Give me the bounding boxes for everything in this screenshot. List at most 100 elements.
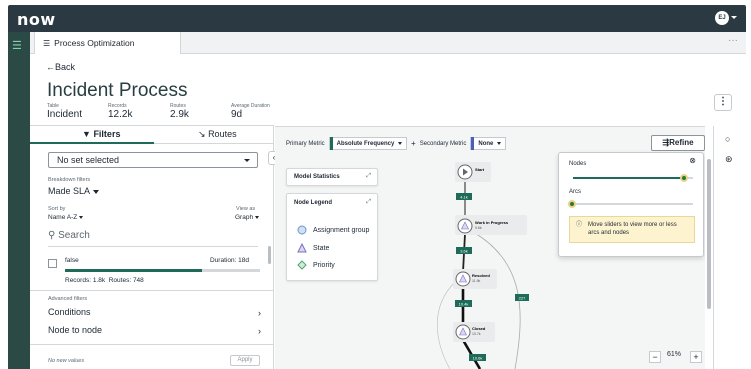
edge-label-text: 10.6k — [473, 356, 483, 361]
search-field[interactable]: ⚲ Search — [48, 230, 90, 241]
funnel-icon: ▼ — [82, 129, 91, 139]
tab-strip: ☰ Process Optimization ··· — [30, 32, 746, 54]
sort-dropdown[interactable]: Name A-Z — [48, 214, 84, 221]
graph-node-start[interactable]: Start — [455, 162, 491, 182]
process-flow-graph[interactable]: 4.1k 3.6k 10.4k 227 10.6k Start Work in … — [275, 152, 558, 369]
node-name: Resolved — [472, 273, 490, 278]
back-link[interactable]: ←Back — [46, 62, 75, 72]
arcs-slider-label: Arcs — [569, 189, 581, 195]
primary-metric-value: Absolute Frequency — [336, 140, 395, 147]
graph-node-closed[interactable]: Closed 10.7k — [453, 322, 495, 342]
edge-label-text: 4.1k — [460, 195, 468, 200]
comment-icon[interactable]: ○ — [725, 134, 730, 144]
graph-node-work-in-progress[interactable]: Work in Progress 9.6k — [455, 215, 527, 235]
secondary-metric-color — [471, 137, 475, 150]
arcs-slider-thumb[interactable] — [568, 200, 576, 208]
avatar[interactable]: EJ — [715, 11, 729, 25]
tab-filters[interactable]: ▼ Filters — [82, 129, 120, 139]
row-records: Records: 1.8k Routes: 748 — [65, 277, 144, 284]
page-title: Incident Process — [47, 80, 188, 101]
arcs-slider[interactable] — [568, 200, 693, 208]
globe-icon[interactable]: ⊛ — [725, 154, 733, 165]
edge-label: 4.1k — [456, 193, 472, 200]
row-duration: Duration: 18d — [210, 257, 250, 264]
chevron-down-icon[interactable] — [731, 16, 737, 19]
edge-label: 3.6k — [456, 247, 472, 254]
top-nav-bar: now EJ — [8, 5, 746, 32]
zoom-out-button[interactable]: − — [649, 351, 661, 363]
node-to-node-item[interactable]: Node to node — [48, 325, 268, 335]
edge-label-text: 3.6k — [460, 249, 468, 254]
sort-label: Sort by — [48, 206, 66, 212]
row-progress-bar — [65, 269, 260, 272]
primary-metric-color — [329, 137, 333, 150]
view-value: Graph — [235, 214, 254, 221]
tab-label: Routes — [208, 129, 237, 139]
node-name: Work in Progress — [475, 220, 509, 225]
scrollbar[interactable] — [268, 246, 271, 264]
secondary-metric-value: None — [478, 140, 494, 147]
edge-label: 10.6k — [469, 354, 486, 361]
tab-process-optimization[interactable]: ☰ Process Optimization — [34, 32, 181, 54]
servicenow-logo[interactable]: now — [17, 10, 56, 29]
search-icon: ⚲ — [48, 230, 56, 241]
row-routes-value: Routes: 748 — [108, 277, 144, 284]
nodes-slider[interactable] — [573, 174, 693, 182]
more-icon[interactable]: ··· — [728, 35, 738, 46]
edge-label: 227 — [515, 294, 529, 301]
set-select-value: No set selected — [57, 155, 120, 165]
nodes-slider-thumb[interactable] — [679, 174, 688, 182]
tab-routes[interactable]: ↘ Routes — [198, 129, 237, 140]
graph-node-resolved[interactable]: Resolved 11.9k — [453, 269, 497, 289]
advanced-filters-label: Advanced filters — [48, 296, 88, 302]
primary-metric-label: Primary Metric — [286, 140, 325, 147]
filters-panel: ▼ Filters ↘ Routes No set selected Break… — [30, 125, 274, 369]
panel-tabs: ▼ Filters ↘ Routes — [30, 126, 274, 144]
meta-value: Incident — [47, 109, 83, 120]
view-dropdown[interactable]: Graph — [235, 214, 260, 221]
scrollbar-thumb[interactable] — [707, 159, 711, 309]
breakdown-label: Breakdown filters — [48, 177, 91, 183]
breakdown-dropdown[interactable]: Made SLA — [48, 186, 100, 196]
set-select[interactable]: No set selected — [48, 152, 258, 168]
node-name: Start — [475, 167, 485, 172]
divider — [30, 290, 274, 291]
node-count: 10.7k — [472, 332, 481, 336]
chevron-down-icon — [79, 215, 84, 219]
row-checkbox[interactable] — [48, 259, 57, 268]
nodes-slider-label: Nodes — [569, 161, 587, 167]
edge-line — [472, 231, 521, 369]
meta-value: 2.9k — [170, 109, 189, 120]
meta-records: Records 12.2k — [108, 103, 132, 120]
meta-avg-duration: Average Duration 9d — [231, 103, 270, 120]
graph-scrollbar[interactable] — [705, 126, 713, 369]
edge-label: 10.4k — [455, 300, 472, 307]
plus-icon: + — [411, 139, 416, 148]
chevron-right-icon[interactable]: › — [258, 308, 261, 318]
node-count: 11.9k — [472, 279, 481, 283]
list-icon: ☰ — [43, 39, 51, 48]
chevron-right-icon[interactable]: › — [258, 326, 261, 336]
node-count: 9.6k — [475, 226, 482, 230]
close-icon[interactable]: ⊗ — [689, 156, 696, 165]
edge-label-text: 227 — [519, 296, 526, 301]
list-icon[interactable]: ☰ — [12, 39, 22, 52]
conditions-item[interactable]: Conditions — [48, 307, 268, 317]
apply-button[interactable]: Apply — [230, 355, 260, 366]
breakdown-value: Made SLA — [48, 186, 91, 196]
primary-metric-dropdown[interactable]: Absolute Frequency — [328, 137, 408, 150]
no-new-values-text: No new values — [48, 358, 85, 364]
refine-label: Refine — [669, 138, 694, 147]
search-placeholder: Search — [58, 230, 90, 241]
node-name: Closed — [472, 326, 486, 331]
info-message: ⓘ Move sliders to view more or less arcs… — [569, 216, 695, 243]
chevron-down-icon — [255, 215, 260, 219]
metric-toolbar: Primary Metric Absolute Frequency + Seco… — [286, 137, 507, 150]
chevron-down-icon — [398, 142, 403, 145]
zoom-in-button[interactable]: + — [690, 351, 702, 363]
more-options-button[interactable]: ⋮ — [714, 94, 732, 111]
meta-routes: Routes 2.9k — [170, 103, 189, 120]
row-progress-fill — [65, 269, 202, 272]
refine-button[interactable]: ⇶Refine — [651, 135, 705, 151]
secondary-metric-dropdown[interactable]: None — [470, 137, 507, 150]
